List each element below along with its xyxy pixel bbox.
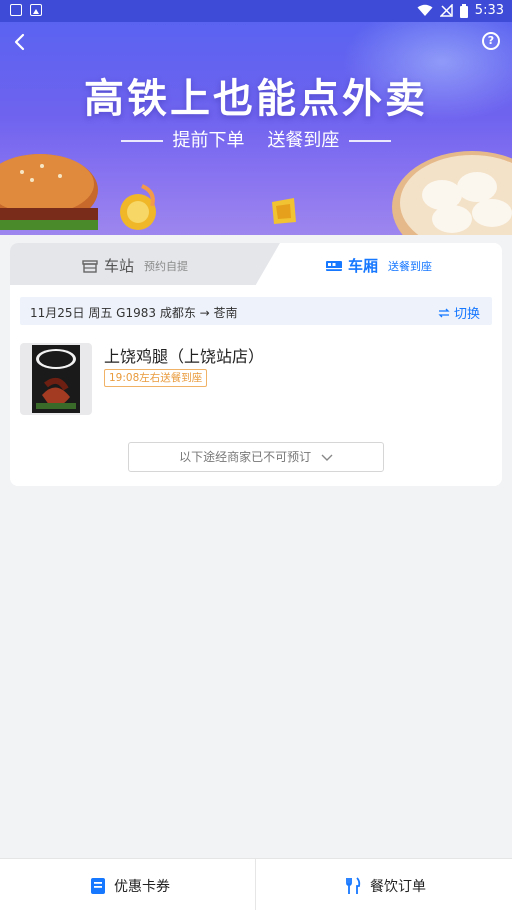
pastry-illustration bbox=[272, 198, 296, 224]
coupon-icon bbox=[91, 878, 105, 894]
merchant-thumbnail bbox=[20, 343, 92, 415]
tab-carriage-label: 车厢 bbox=[348, 257, 379, 275]
gallery-notification-icon bbox=[10, 4, 22, 16]
eta-badge: 19:08左右送餐到座 bbox=[104, 369, 208, 387]
help-icon[interactable]: ? bbox=[482, 32, 500, 50]
merchant-name: 上饶鸡腿（上饶站店） bbox=[104, 347, 265, 366]
back-icon[interactable] bbox=[10, 32, 30, 52]
status-bar: 5:33 bbox=[0, 0, 512, 22]
tab-station-label: 车站 bbox=[104, 257, 135, 275]
app-notification-icon bbox=[30, 4, 42, 16]
shrimp-illustration bbox=[120, 184, 156, 230]
dumplings-illustration bbox=[392, 151, 512, 235]
fork-knife-icon bbox=[346, 877, 361, 894]
bottom-nav: 优惠卡券 餐饮订单 bbox=[0, 858, 512, 910]
nav-orders-label: 餐饮订单 bbox=[370, 879, 426, 895]
tab-station-sublabel: 预约自提 bbox=[144, 259, 189, 273]
signal-off-icon bbox=[439, 4, 453, 17]
swap-icon bbox=[438, 308, 450, 317]
tab-station[interactable]: 车站 预约自提 bbox=[10, 243, 280, 285]
station-icon bbox=[82, 259, 98, 273]
ordering-card: 车站 预约自提 车厢 送餐到座 11月25日 周五 G1983 成都东 → 苍南… bbox=[10, 243, 502, 486]
clock: 5:33 bbox=[474, 3, 504, 18]
unavailable-label: 以下途经商家已不可预订 bbox=[179, 450, 312, 464]
merchant-item[interactable]: 上饶鸡腿（上饶站店） 19:08左右送餐到座 bbox=[20, 343, 492, 415]
nav-orders[interactable]: 餐饮订单 bbox=[344, 876, 426, 896]
carriage-icon bbox=[326, 260, 342, 271]
chevron-down-icon bbox=[321, 454, 333, 461]
trip-info-bar: 11月25日 周五 G1983 成都东 → 苍南 切换 bbox=[20, 297, 492, 325]
nav-coupons-label: 优惠卡券 bbox=[114, 879, 170, 895]
promo-banner: ? 高铁上也能点外卖 提前下单 送餐到座 bbox=[0, 22, 512, 235]
switch-trip-button[interactable]: 切换 bbox=[438, 303, 480, 322]
nav-coupons[interactable]: 优惠卡券 bbox=[90, 876, 170, 896]
tab-carriage-sublabel: 送餐到座 bbox=[388, 259, 433, 273]
switch-label: 切换 bbox=[453, 307, 480, 322]
banner-title: 高铁上也能点外卖 bbox=[84, 76, 428, 122]
tab-carriage[interactable]: 车厢 送餐到座 bbox=[326, 255, 432, 276]
trip-info: 11月25日 周五 G1983 成都东 → 苍南 bbox=[30, 306, 238, 320]
banner-subtitle-right: 送餐到座 bbox=[267, 130, 340, 151]
wifi-icon bbox=[417, 4, 433, 16]
battery-icon bbox=[459, 3, 468, 18]
unavailable-merchants-toggle[interactable]: 以下途经商家已不可预订 bbox=[128, 442, 384, 472]
burger-illustration bbox=[0, 154, 98, 230]
banner-subtitle-left: 提前下单 bbox=[172, 130, 245, 151]
